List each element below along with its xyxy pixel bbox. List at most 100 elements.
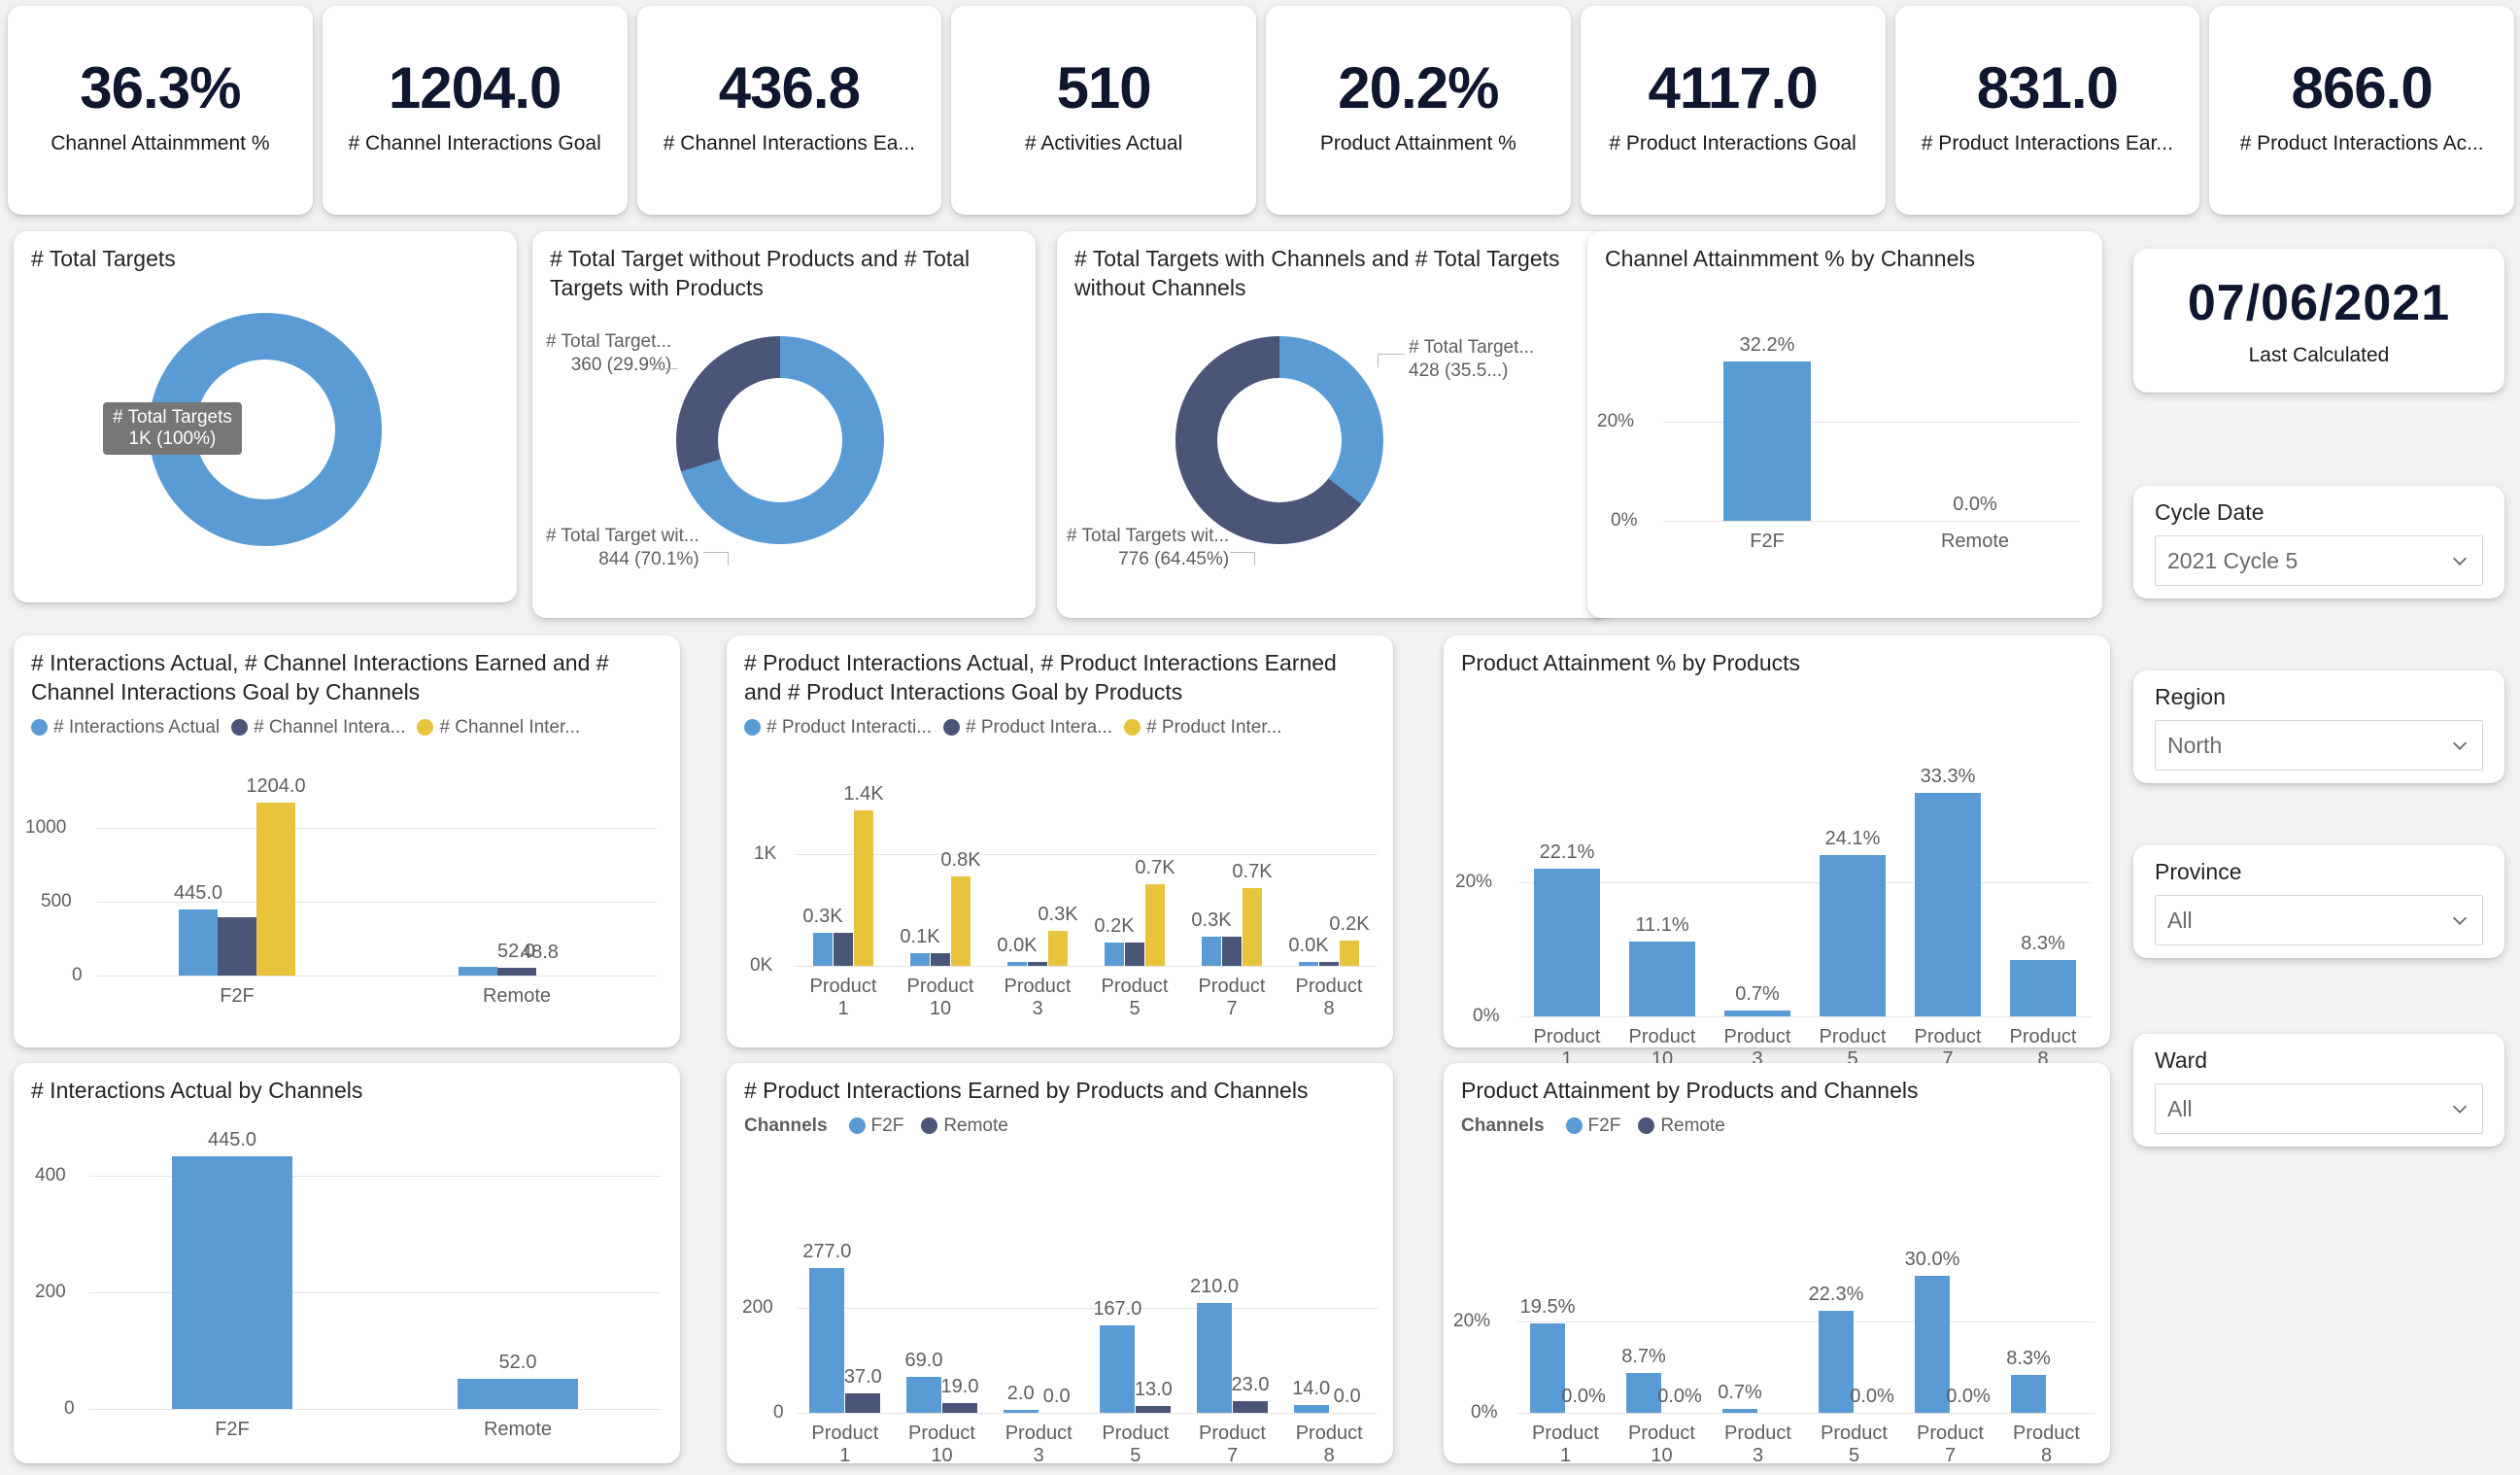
slicer-dropdown[interactable]: All [2155,1083,2483,1134]
bar-channel-interactions-earned[interactable] [218,917,256,976]
bar-goal[interactable]: 0.8K [940,849,981,966]
y-tick-20: 20% [1453,1311,1491,1331]
slicer-dropdown[interactable]: North [2155,720,2483,771]
bar-earned[interactable] [1125,943,1144,966]
bar-actual[interactable]: 0.3K [1191,909,1232,966]
bar-f2f[interactable]: 69.0 [905,1350,942,1413]
slicer-cycle-date[interactable]: Cycle Date 2021 Cycle 5 [2133,486,2504,599]
bar-earned[interactable] [1028,962,1047,966]
bar-goal[interactable]: 0.7K [1135,857,1175,966]
bar[interactable]: 445.0 [172,1129,292,1409]
bar-channel-interactions-earned[interactable]: 48.8 [497,942,559,976]
x-label: F2F [1750,531,1785,552]
bar-f2f[interactable]: 210.0 [1190,1276,1239,1413]
bar-goal[interactable]: 1.4K [843,783,884,966]
slicer-region[interactable]: Region North [2133,670,2504,783]
bar-f2f[interactable]: 30.0% [1905,1249,1959,1413]
bar[interactable]: 24.1% [1820,828,1886,1016]
bar[interactable]: 33.3% [1915,766,1981,1016]
legend-item-remote[interactable]: Remote [1638,1115,1725,1137]
slicer-province[interactable]: Province All [2133,845,2504,958]
legend-item[interactable]: # Channel Intera... [231,717,405,738]
bar-channel-interactions-goal[interactable]: 1204.0 [246,775,306,976]
bar-f2f[interactable]: 0.7% [1718,1382,1762,1413]
bar[interactable]: 32.2% [1723,334,1811,521]
visual-total-targets[interactable]: # Total Targets # Total Targets 1K (100%… [14,231,517,602]
legend-item[interactable]: # Product Interacti... [744,717,932,738]
bar-remote[interactable]: 37.0 [844,1366,882,1413]
visual-interactions-actual-by-channels[interactable]: # Interactions Actual by Channels 0 200 … [14,1063,680,1463]
bar-actual[interactable]: 0.0K [1288,935,1329,966]
donut-label-value: 428 (35.5...) [1409,360,1509,381]
slicer-dropdown[interactable]: 2021 Cycle 5 [2155,535,2483,586]
legend-item[interactable]: # Product Inter... [1124,717,1281,738]
legend-item-remote[interactable]: Remote [921,1115,1008,1137]
chevron-down-icon[interactable] [2449,550,2470,571]
bar-actual[interactable]: 0.3K [802,906,843,966]
bar-interactions-actual[interactable]: 52.0 [459,941,535,976]
slicer-dropdown[interactable]: All [2155,895,2483,945]
bar-earned[interactable] [834,933,853,966]
visual-channel-attainment-by-channels[interactable]: Channel Attainmment % by Channels 0% 20%… [1587,231,2102,618]
bar-actual[interactable]: 0.2K [1094,915,1135,966]
bar-f2f[interactable]: 14.0 [1292,1378,1330,1413]
bar-actual[interactable]: 0.1K [900,926,940,966]
bar-earned[interactable] [931,953,950,966]
bar-f2f[interactable]: 167.0 [1093,1298,1141,1413]
chevron-down-icon[interactable] [2449,909,2470,931]
bar-goal[interactable]: 0.2K [1329,913,1370,966]
slicer-ward[interactable]: Ward All [2133,1034,2504,1147]
bar[interactable]: 22.1% [1534,841,1600,1016]
bar-group-remote: 52.0 48.8 [377,803,657,976]
kpi-card-activities-actual[interactable]: 510 # Activities Actual [951,6,1256,215]
bar-earned[interactable] [1222,937,1242,966]
kpi-card-product-interactions-goal[interactable]: 4117.0 # Product Interactions Goal [1580,6,1886,215]
legend-label: # Product Inter... [1146,716,1282,738]
chevron-down-icon[interactable] [2449,735,2470,756]
legend-item[interactable]: # Product Intera... [943,717,1112,738]
kpi-card-product-attainment[interactable]: 20.2% Product Attainment % [1266,6,1571,215]
chart-plot: 0 200 277.0 37.0 69.0 19.0 2.0 0.0 167.0… [727,1172,1393,1466]
x-label: Product 8 [2013,1423,2080,1466]
bar[interactable]: 8.3% [2010,933,2076,1016]
kpi-card-channel-interactions-earned[interactable]: 436.8 # Channel Interactions Ea... [636,6,942,215]
kpi-card-product-interactions-actual[interactable]: 866.0 # Product Interactions Ac... [2209,6,2514,215]
bar-f2f[interactable]: 19.5% [1520,1296,1575,1413]
bar[interactable]: 0.7% [1724,983,1790,1016]
kpi-card-product-interactions-earned[interactable]: 831.0 # Product Interactions Ear... [1894,6,2200,215]
visual-product-interactions-by-products[interactable]: # Product Interactions Actual, # Product… [727,635,1393,1047]
kpi-card-channel-attainment[interactable]: 36.3% Channel Attainmment % [8,6,313,215]
bar-f2f[interactable]: 8.7% [1621,1346,1666,1413]
chevron-down-icon[interactable] [2449,1098,2470,1119]
visual-targets-channels-donut[interactable]: # Total Targets with Channels and # Tota… [1057,231,1611,618]
x-label: Product 1 [809,976,877,1019]
bar-f2f[interactable]: 2.0 [1003,1383,1039,1413]
bar-f2f[interactable]: 277.0 [802,1241,851,1413]
visual-product-attainment-by-products-channels[interactable]: Product Attainment by Products and Chann… [1444,1063,2110,1466]
bar-goal[interactable]: 0.7K [1232,861,1273,966]
bar-remote[interactable]: 23.0 [1232,1374,1269,1413]
bar-remote[interactable]: 19.0 [941,1376,978,1413]
visual-interactions-by-channels[interactable]: # Interactions Actual, # Channel Interac… [14,635,680,1047]
bar-f2f[interactable]: 8.3% [2006,1348,2051,1413]
visual-product-attainment-by-products[interactable]: Product Attainment % by Products 0% 20% … [1444,635,2110,1070]
bar[interactable]: 52.0 [458,1352,578,1409]
last-calculated-card: 07/06/2021 Last Calculated [2133,249,2504,393]
bar-actual[interactable]: 0.0K [997,935,1038,966]
bar-data-label: 69.0 [904,1350,943,1371]
legend-item-f2f[interactable]: F2F [848,1115,903,1137]
legend-item[interactable]: # Channel Inter... [417,717,580,738]
legend-item[interactable]: # Interactions Actual [31,717,220,738]
bar-f2f[interactable]: 22.3% [1809,1284,1863,1413]
bar-goal[interactable]: 0.3K [1038,904,1078,966]
visual-targets-products-donut[interactable]: # Total Target without Products and # To… [532,231,1036,618]
kpi-card-channel-interactions-goal[interactable]: 1204.0 # Channel Interactions Goal [322,6,628,215]
legend-item-f2f[interactable]: F2F [1565,1115,1620,1137]
bar[interactable]: 11.1% [1629,914,1695,1016]
visual-product-interactions-earned-by-products-channels[interactable]: # Product Interactions Earned by Product… [727,1063,1393,1466]
bar-remote[interactable]: 13.0 [1135,1379,1173,1413]
last-calculated-caption: Last Calculated [2248,344,2390,366]
bar-interactions-actual[interactable]: 445.0 [174,882,222,976]
donut-hole [718,378,842,502]
bar-earned[interactable] [1319,962,1339,966]
